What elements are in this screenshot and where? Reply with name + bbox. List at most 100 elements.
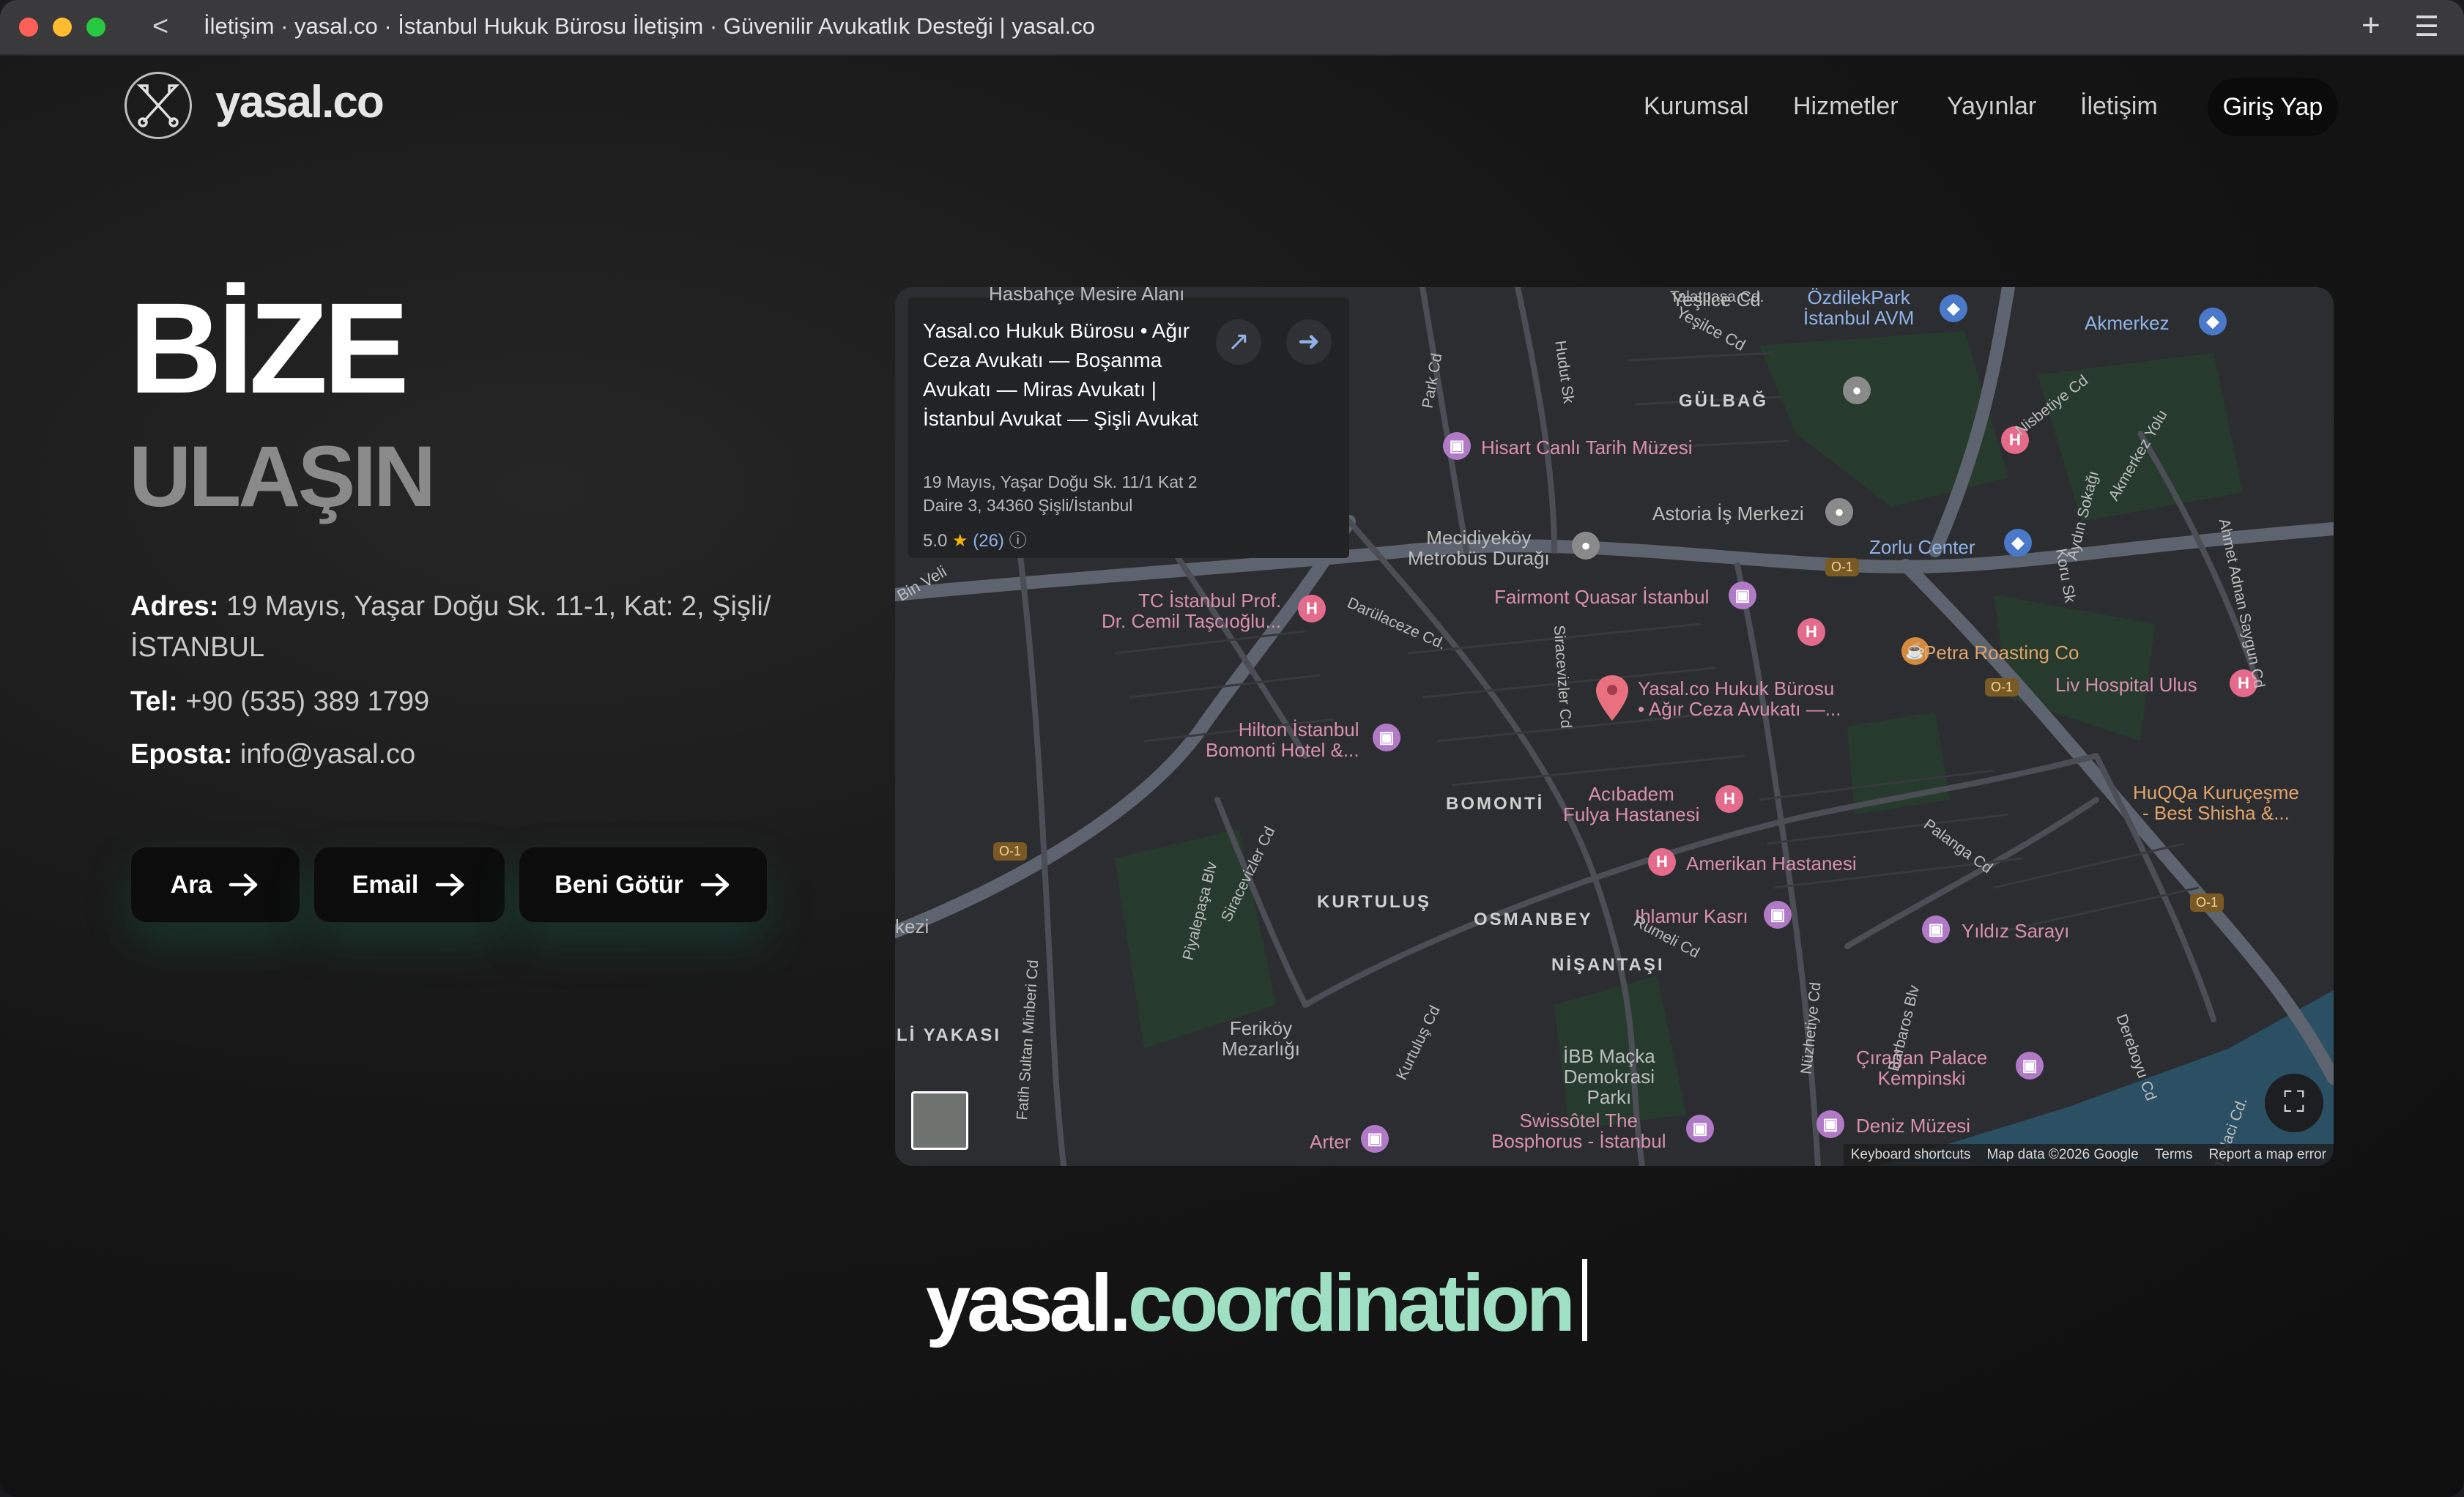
report-error-link[interactable]: Report a map error: [2208, 1147, 2326, 1163]
arrow-right-icon: [700, 873, 730, 896]
map-label-osmanbey: OSMANBEY: [1474, 910, 1593, 929]
hotel-icon[interactable]: ▣: [1729, 582, 1756, 609]
place-rating[interactable]: 5.0 ★ (26) ⓘ: [923, 526, 1027, 551]
highway-shield: O-1: [993, 842, 1028, 861]
map-label-li-yakasi: Lİ YAKASI: [897, 1025, 1002, 1045]
map-label-hilton: Hilton İstanbul Bomonti Hotel &...: [1206, 718, 1359, 761]
hospital-icon[interactable]: H: [1648, 848, 1676, 876]
place-info-card[interactable]: Yasal.co Hukuk Bürosu • Ağır Ceza Avukat…: [908, 297, 1349, 558]
map-label-huqqa: HuQQa Kuruçeşme - Best Shisha &...: [2133, 781, 2299, 824]
museum-icon[interactable]: ▣: [1922, 915, 1950, 943]
map-label-ferikoy: Feriköy Mezarlığı: [1222, 1017, 1300, 1060]
address-line: Adres: 19 Mayıs, Yaşar Doğu Sk. 11-1, Ka…: [130, 586, 775, 668]
place-address: 19 Mayıs, Yaşar Doğu Sk. 11/1 Kat 2 Dair…: [923, 472, 1198, 515]
museum-icon[interactable]: ▣: [1817, 1110, 1844, 1138]
browser-tab-title: İletişim · yasal.co · İstanbul Hukuk Bür…: [204, 13, 1095, 39]
museum-icon[interactable]: ▣: [1443, 432, 1471, 460]
map-label-tc-istanbul: TC İstanbul Prof. Dr. Cemil Taşcıoğlu...: [1102, 590, 1282, 632]
shopping-icon[interactable]: ◆: [2199, 308, 2227, 335]
info-icon[interactable]: ⓘ: [1009, 531, 1027, 551]
new-tab-icon[interactable]: +: [2361, 7, 2380, 44]
map-label-ciragan: Çırağan Palace Kempinski: [1856, 1047, 1988, 1089]
login-button[interactable]: Giriş Yap: [2208, 78, 2338, 136]
transit-icon[interactable]: ●: [1572, 532, 1600, 560]
hotel-icon[interactable]: ▣: [2016, 1052, 2044, 1080]
directions-icon[interactable]: ➜: [1286, 319, 1332, 365]
address-value: 19 Mayıs, Yaşar Doğu Sk. 11-1, Kat: 2, Ş…: [130, 591, 771, 663]
email-button[interactable]: Email: [313, 847, 505, 923]
email-button-label: Email: [352, 870, 419, 899]
map-label-hisart: Hisart Canlı Tarih Müzesi: [1481, 437, 1693, 458]
logo-text[interactable]: yasal.co: [215, 76, 385, 128]
satellite-toggle[interactable]: [911, 1091, 968, 1150]
shopping-icon[interactable]: ◆: [1940, 294, 1967, 322]
map-label-bomonti: BOMONTİ: [1446, 794, 1545, 814]
map-label-zorlu: Zorlu Center: [1869, 536, 1975, 558]
menu-icon[interactable]: ☰: [2414, 10, 2439, 43]
map-label: Hasbahçe Mesire Alanı: [989, 287, 1185, 305]
map-label-nisantasi: NİŞANTAŞI: [1551, 955, 1665, 975]
office-icon[interactable]: ●: [1825, 498, 1853, 526]
slogan-part1: yasal.: [926, 1258, 1132, 1348]
hero-subtitle: ULAŞIN: [129, 428, 436, 525]
hospital-icon[interactable]: H: [1715, 785, 1743, 813]
landmark-icon[interactable]: ●: [1843, 376, 1871, 404]
email-value[interactable]: info@yasal.co: [240, 739, 415, 770]
location-pin-icon[interactable]: [1594, 674, 1630, 722]
hotel-icon[interactable]: ▣: [1373, 724, 1400, 751]
email-label: Eposta:: [130, 739, 233, 770]
zoom-window-button[interactable]: [86, 18, 105, 37]
museum-icon[interactable]: ▣: [1764, 901, 1792, 929]
map-label-gulbag: GÜLBAĞ: [1679, 391, 1768, 411]
museum-icon[interactable]: ▣: [1361, 1125, 1389, 1153]
open-in-maps-icon[interactable]: ↗: [1216, 319, 1261, 365]
logo-icon[interactable]: [125, 72, 192, 139]
nav-kurumsal[interactable]: Kurumsal: [1644, 92, 1749, 121]
browser-toolbar: < İletişim · yasal.co · İstanbul Hukuk B…: [0, 0, 2464, 56]
map-label-acibadem: Acıbadem Fulya Hastanesi: [1563, 783, 1700, 825]
map-label-kezi: kezi: [895, 915, 929, 937]
directions-button-label: Beni Götür: [554, 870, 683, 899]
phone-line: Tel: +90 (535) 389 1799: [130, 681, 775, 722]
map-label-fairmont: Fairmont Quasar İstanbul: [1494, 586, 1710, 608]
hospital-icon[interactable]: H: [1797, 618, 1825, 646]
map-label-ozdilek: ÖzdilekPark İstanbul AVM: [1803, 287, 1915, 329]
phone-value[interactable]: +90 (535) 389 1799: [185, 686, 429, 717]
map-label-swissotel: Swissôtel The Bosphorus - İstanbul: [1491, 1110, 1666, 1152]
star-icon: ★: [952, 531, 968, 551]
back-icon[interactable]: <: [152, 12, 168, 41]
map-label-ibb: İBB Maçka Demokrasi Parkı: [1563, 1045, 1655, 1108]
google-map[interactable]: Yasal.co Hukuk Bürosu • Ağır Ceza Avukat…: [895, 287, 2334, 1166]
directions-button[interactable]: Beni Götür: [519, 847, 768, 923]
minimize-window-button[interactable]: [53, 18, 72, 37]
map-data-attribution: Map data ©2026 Google: [1986, 1147, 2139, 1162]
email-line: Eposta: info@yasal.co: [130, 734, 775, 775]
map-label-arter: Arter: [1310, 1131, 1351, 1153]
highway-shield: O-1: [2190, 894, 2224, 912]
review-count-link[interactable]: (26): [973, 531, 1004, 551]
keyboard-shortcuts-link[interactable]: Keyboard shortcuts: [1851, 1147, 1971, 1163]
terms-link[interactable]: Terms: [2155, 1147, 2193, 1163]
hospital-icon[interactable]: H: [1298, 595, 1326, 623]
map-label-astoria: Astoria İş Merkezi: [1652, 502, 1804, 524]
nav-hizmetler[interactable]: Hizmetler: [1793, 92, 1899, 121]
call-button[interactable]: Ara: [130, 847, 300, 923]
address-label: Adres:: [130, 591, 219, 622]
highway-shield: O-1: [1825, 558, 1860, 576]
map-label-kurtulus: KURTULUŞ: [1317, 892, 1431, 912]
nav-yayinlar[interactable]: Yayınlar: [1947, 92, 2036, 121]
close-window-button[interactable]: [19, 18, 38, 37]
shopping-icon[interactable]: ◆: [2004, 529, 2032, 557]
map-label-liv: Liv Hospital Ulus: [2055, 674, 2197, 696]
slogan: yasal.coordination: [926, 1257, 1587, 1350]
street-label-talatpasa: Talatpaşa Cd.: [1670, 289, 1764, 305]
map-footer: Keyboard shortcuts Map data ©2026 Google…: [1843, 1144, 2334, 1166]
pin-label[interactable]: Yasal.co Hukuk Bürosu • Ağır Ceza Avukat…: [1638, 678, 1841, 719]
place-title[interactable]: Yasal.co Hukuk Bürosu • Ağır Ceza Avukat…: [923, 316, 1231, 434]
map-label-akmerkez: Akmerkez: [2085, 312, 2170, 334]
nav-iletisim[interactable]: İletişim: [2080, 92, 2158, 121]
slogan-part2: coordination: [1127, 1258, 1576, 1348]
map-label-yildiz: Yıldız Sarayı: [1962, 920, 2070, 942]
fullscreen-icon[interactable]: ⛶: [2265, 1074, 2323, 1132]
hotel-icon[interactable]: ▣: [1686, 1115, 1714, 1143]
